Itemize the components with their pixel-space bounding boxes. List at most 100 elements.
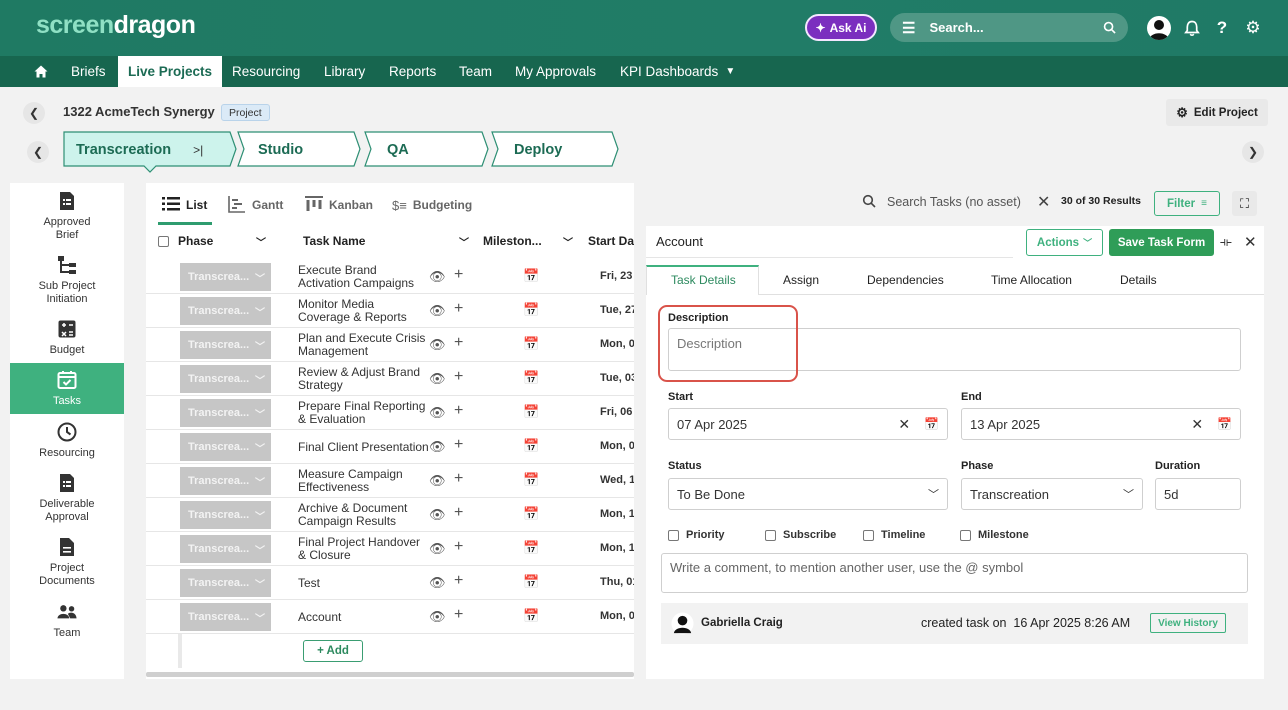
table-row[interactable]: Transcrea... ﹀ Final Client Presentation … xyxy=(146,430,634,464)
stages-next-button[interactable]: ❯ xyxy=(1242,141,1264,163)
subscribe-checkbox[interactable]: Subscribe xyxy=(765,529,836,541)
task-search-input[interactable]: Search Tasks (no asset) xyxy=(887,195,1021,209)
plus-icon[interactable]: + xyxy=(454,538,463,556)
phase-dropdown[interactable]: Transcrea... ﹀ xyxy=(180,263,271,291)
view-tab-gantt[interactable]: Gantt xyxy=(228,193,283,217)
calendar-icon[interactable]: 📅 xyxy=(523,370,539,386)
stages-prev-button[interactable]: ❮ xyxy=(27,141,49,163)
task-name[interactable]: Monitor Media Coverage & Reports xyxy=(298,294,428,328)
help-icon[interactable]: ? xyxy=(1209,15,1235,41)
back-button[interactable]: ❮ xyxy=(23,102,45,124)
status-select[interactable]: To Be Done ﹀ xyxy=(668,478,948,510)
eye-icon[interactable]: 👁 xyxy=(429,303,446,319)
skip-forward-icon[interactable]: >| xyxy=(193,143,203,157)
stage-qa[interactable]: QA xyxy=(387,132,409,167)
duration-input[interactable]: 5d xyxy=(1155,478,1241,510)
eye-icon[interactable]: 👁 xyxy=(429,439,446,455)
global-search[interactable]: ☰ Search... xyxy=(890,13,1128,42)
sidebar-item-resourcing[interactable]: Resourcing xyxy=(10,421,124,463)
sidebar-item-project-documents[interactable]: Project Documents xyxy=(10,536,124,588)
task-name[interactable]: Measure Campaign Effectiveness xyxy=(298,464,428,498)
table-row[interactable]: Transcrea... ﹀ Measure Campaign Effective… xyxy=(146,464,634,498)
phase-select[interactable]: Transcreation ﹀ xyxy=(961,478,1143,510)
task-name[interactable]: Plan and Execute Crisis Management xyxy=(298,328,428,362)
calendar-icon[interactable]: 📅 xyxy=(523,506,539,522)
nav-reports[interactable]: Reports xyxy=(389,56,436,87)
phase-dropdown[interactable]: Transcrea... ﹀ xyxy=(180,365,271,393)
eye-icon[interactable]: 👁 xyxy=(429,609,446,625)
global-search-input[interactable]: Search... xyxy=(915,20,1103,35)
sidebar-item-tasks[interactable]: Tasks xyxy=(10,363,124,414)
plus-icon[interactable]: + xyxy=(454,504,463,522)
priority-checkbox[interactable]: Priority xyxy=(668,529,725,541)
phase-dropdown[interactable]: Transcrea... ﹀ xyxy=(180,399,271,427)
eye-icon[interactable]: 👁 xyxy=(429,507,446,523)
save-task-form-button[interactable]: Save Task Form xyxy=(1109,229,1214,256)
calendar-icon[interactable]: 📅 xyxy=(523,302,539,318)
eye-icon[interactable]: 👁 xyxy=(429,371,446,387)
tab-assign[interactable]: Assign xyxy=(783,267,819,293)
bell-icon[interactable] xyxy=(1179,15,1205,41)
task-name[interactable]: Test xyxy=(298,566,428,600)
add-task-button[interactable]: + Add xyxy=(303,640,363,662)
view-history-button[interactable]: View History xyxy=(1150,613,1226,633)
nav-briefs[interactable]: Briefs xyxy=(71,56,106,87)
table-row[interactable]: Transcrea... ﹀ Plan and Execute Crisis Ma… xyxy=(146,328,634,362)
clear-icon[interactable]: ✕ xyxy=(898,416,910,433)
table-row[interactable]: Transcrea...﹀ Test 👁 + 📅 Thu, 01 M xyxy=(146,566,634,600)
plus-icon[interactable]: + xyxy=(454,436,463,454)
nav-library[interactable]: Library xyxy=(324,56,365,87)
horizontal-scrollbar[interactable] xyxy=(146,672,634,677)
plus-icon[interactable]: + xyxy=(454,368,463,386)
phase-dropdown[interactable]: Transcrea... ﹀ xyxy=(180,603,271,631)
calendar-icon[interactable]: 📅 xyxy=(523,404,539,420)
tab-dependencies[interactable]: Dependencies xyxy=(867,267,944,293)
table-row[interactable]: Transcrea... ﹀ Review & Adjust Brand Stra… xyxy=(146,362,634,396)
calendar-icon[interactable]: 📅 xyxy=(523,268,539,284)
timeline-checkbox[interactable]: Timeline xyxy=(863,529,925,541)
table-row[interactable]: Transcrea... ﹀ Final Project Handover & C… xyxy=(146,532,634,566)
split-view-icon[interactable]: ⟛ xyxy=(1220,234,1232,250)
phase-dropdown[interactable]: Transcrea... ﹀ xyxy=(180,535,271,563)
col-header-milestone[interactable]: Mileston... ﹀ xyxy=(483,229,573,253)
tab-task-details[interactable]: Task Details xyxy=(671,267,736,293)
phase-dropdown[interactable]: Transcrea... ﹀ xyxy=(180,501,271,529)
nav-team[interactable]: Team xyxy=(459,56,492,87)
sidebar-item-team[interactable]: Team xyxy=(10,601,124,641)
calendar-icon[interactable]: 📅 xyxy=(523,472,539,488)
stage-deploy[interactable]: Deploy xyxy=(514,132,562,167)
eye-icon[interactable]: 👁 xyxy=(429,575,446,591)
filter-button[interactable]: Filter ≡ xyxy=(1154,191,1220,216)
end-date-field[interactable]: 13 Apr 2025 ✕ 📅 xyxy=(961,408,1241,440)
phase-dropdown[interactable]: Transcrea... ﹀ xyxy=(180,467,271,495)
view-tab-budgeting[interactable]: $≡ Budgeting xyxy=(392,193,472,217)
eye-icon[interactable]: 👁 xyxy=(429,337,446,353)
col-header-task-name[interactable]: Task Name ﹀ xyxy=(303,229,469,253)
phase-dropdown[interactable]: Transcrea... ﹀ xyxy=(180,569,271,597)
table-row[interactable]: Transcrea...﹀ Account 👁 + 📅 Mon, 07 A xyxy=(146,600,634,634)
clear-icon[interactable]: ✕ xyxy=(1191,416,1203,433)
user-avatar-button[interactable] xyxy=(1146,15,1172,41)
task-name[interactable]: Final Project Handover & Closure xyxy=(298,532,428,566)
gear-icon[interactable]: ⚙ xyxy=(1240,15,1266,41)
phase-dropdown[interactable]: Transcrea... ﹀ xyxy=(180,331,271,359)
phase-dropdown[interactable]: Transcrea... ﹀ xyxy=(180,433,271,461)
tab-time-allocation[interactable]: Time Allocation xyxy=(991,267,1072,293)
task-name[interactable]: Archive & Document Campaign Results xyxy=(298,498,428,532)
plus-icon[interactable]: + xyxy=(454,334,463,352)
task-name[interactable]: Execute Brand Activation Campaigns xyxy=(298,260,428,294)
app-logo[interactable]: screendragon xyxy=(36,11,196,40)
plus-icon[interactable]: + xyxy=(454,266,463,284)
task-name[interactable]: Review & Adjust Brand Strategy xyxy=(298,362,428,396)
col-header-phase[interactable]: Phase ﹀ xyxy=(178,229,270,253)
eye-icon[interactable]: 👁 xyxy=(429,541,446,557)
sidebar-item-sub-project-initiation[interactable]: Sub Project Initiation xyxy=(10,254,124,306)
comment-input[interactable]: Write a comment, to mention another user… xyxy=(661,553,1248,593)
sidebar-item-budget[interactable]: Budget xyxy=(10,318,124,358)
milestone-checkbox[interactable]: Milestone xyxy=(960,529,1029,541)
edit-project-button[interactable]: ⚙ Edit Project xyxy=(1166,99,1268,126)
clear-search-icon[interactable]: ✕ xyxy=(1037,192,1050,212)
calendar-icon[interactable]: 📅 xyxy=(523,608,539,624)
start-date-field[interactable]: 07 Apr 2025 ✕ 📅 xyxy=(668,408,948,440)
calendar-icon[interactable]: 📅 xyxy=(1217,417,1232,431)
